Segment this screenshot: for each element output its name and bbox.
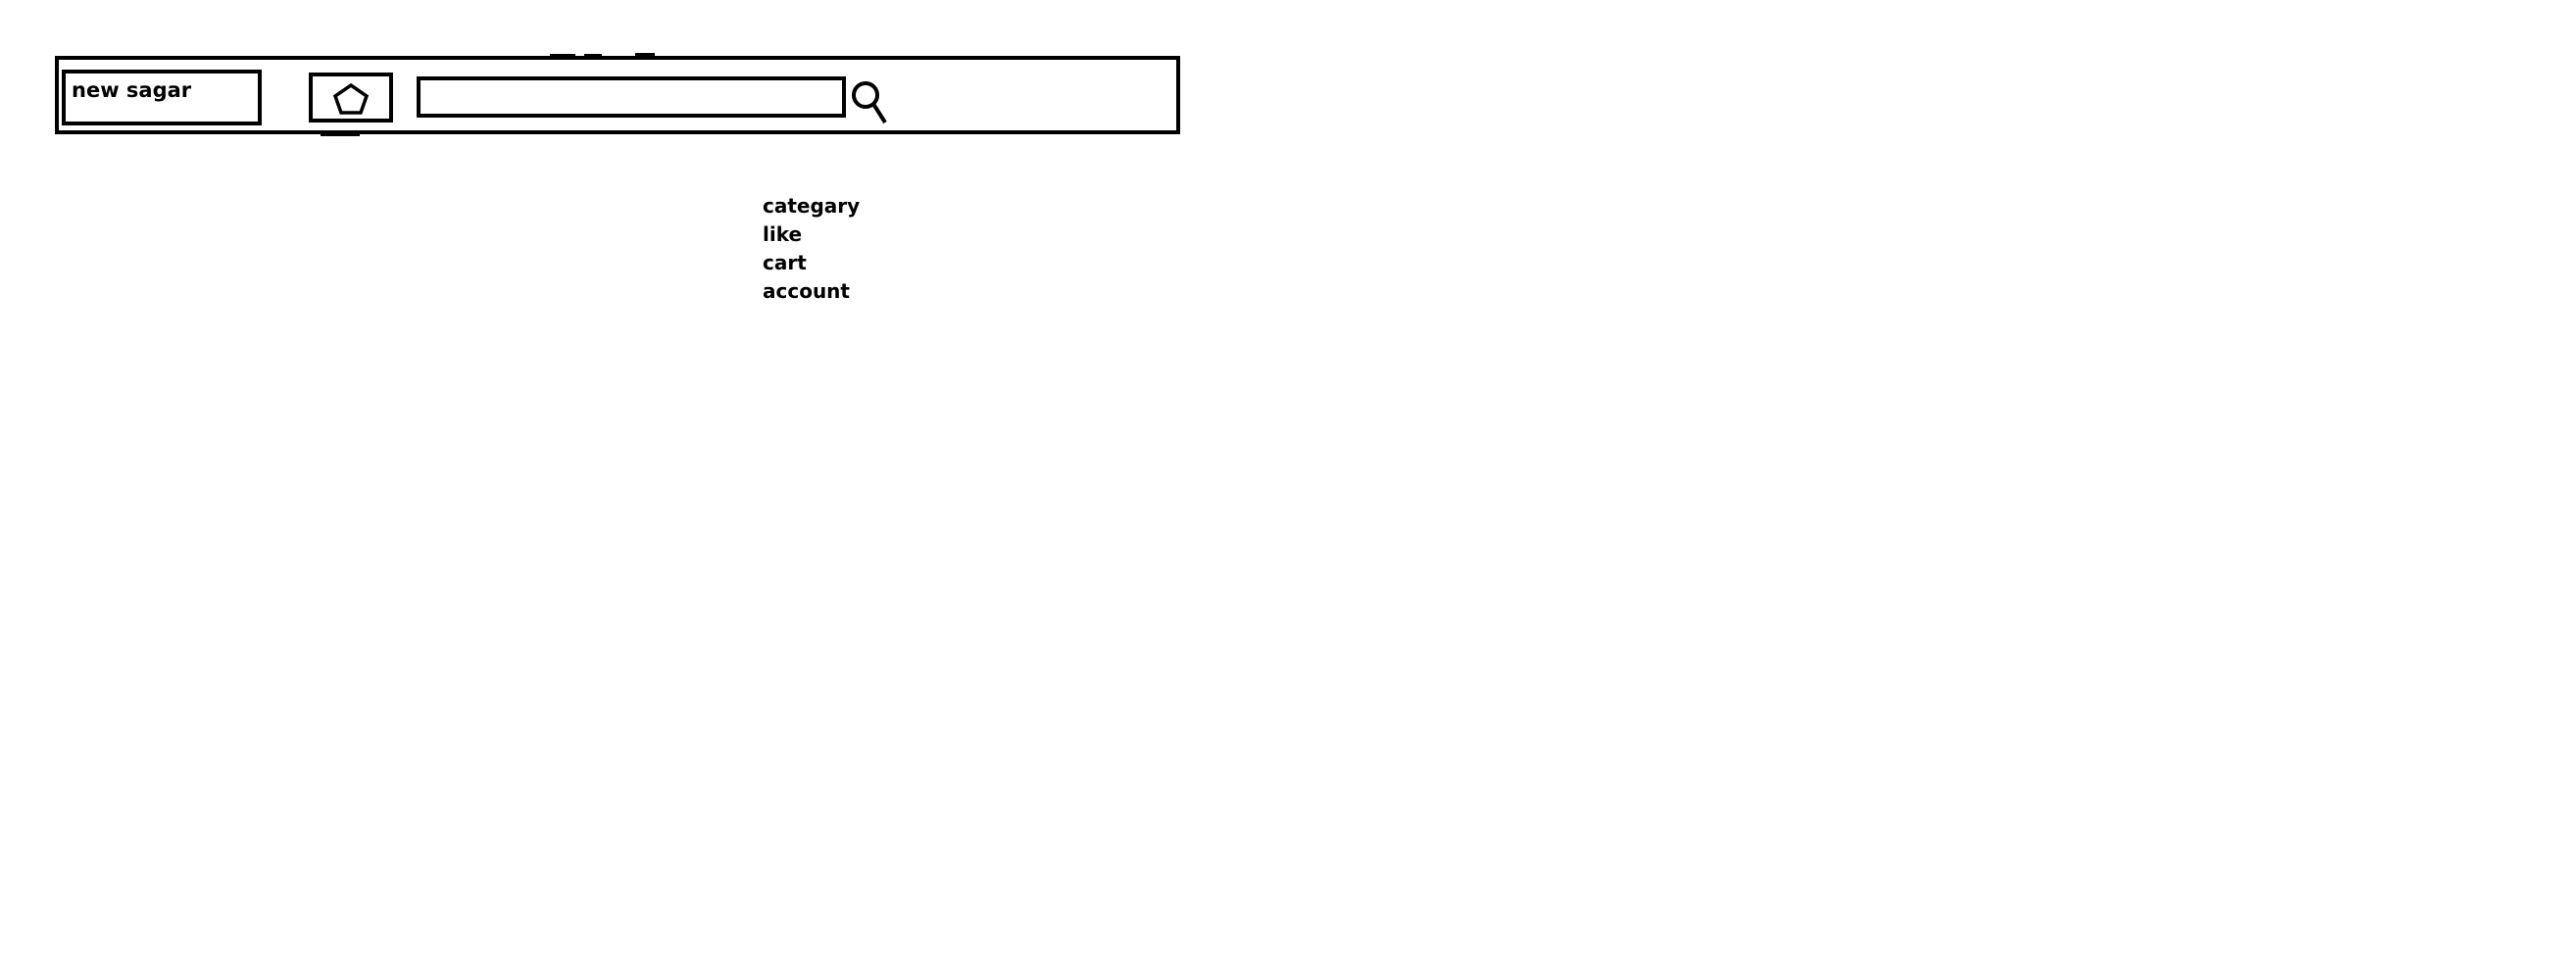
search-icon [852,81,887,124]
home-button[interactable] [309,73,393,122]
nav-item-account[interactable]: account [763,277,860,306]
header-tick-mark [584,54,602,57]
nav-item-cart[interactable]: cart [763,249,860,277]
header-tick-mark [635,53,655,56]
nav-item-categary[interactable]: categary [763,192,860,220]
home-underline [321,134,360,136]
pentagon-icon [332,82,370,115]
header-tick-mark [550,54,575,57]
search-button[interactable] [851,80,890,127]
nav-item-like[interactable]: like [763,220,860,249]
search-input[interactable] [417,76,846,118]
logo[interactable]: new sagar [62,70,262,125]
logo-text: new sagar [72,78,192,102]
nav-menu: categary like cart account [763,192,860,306]
